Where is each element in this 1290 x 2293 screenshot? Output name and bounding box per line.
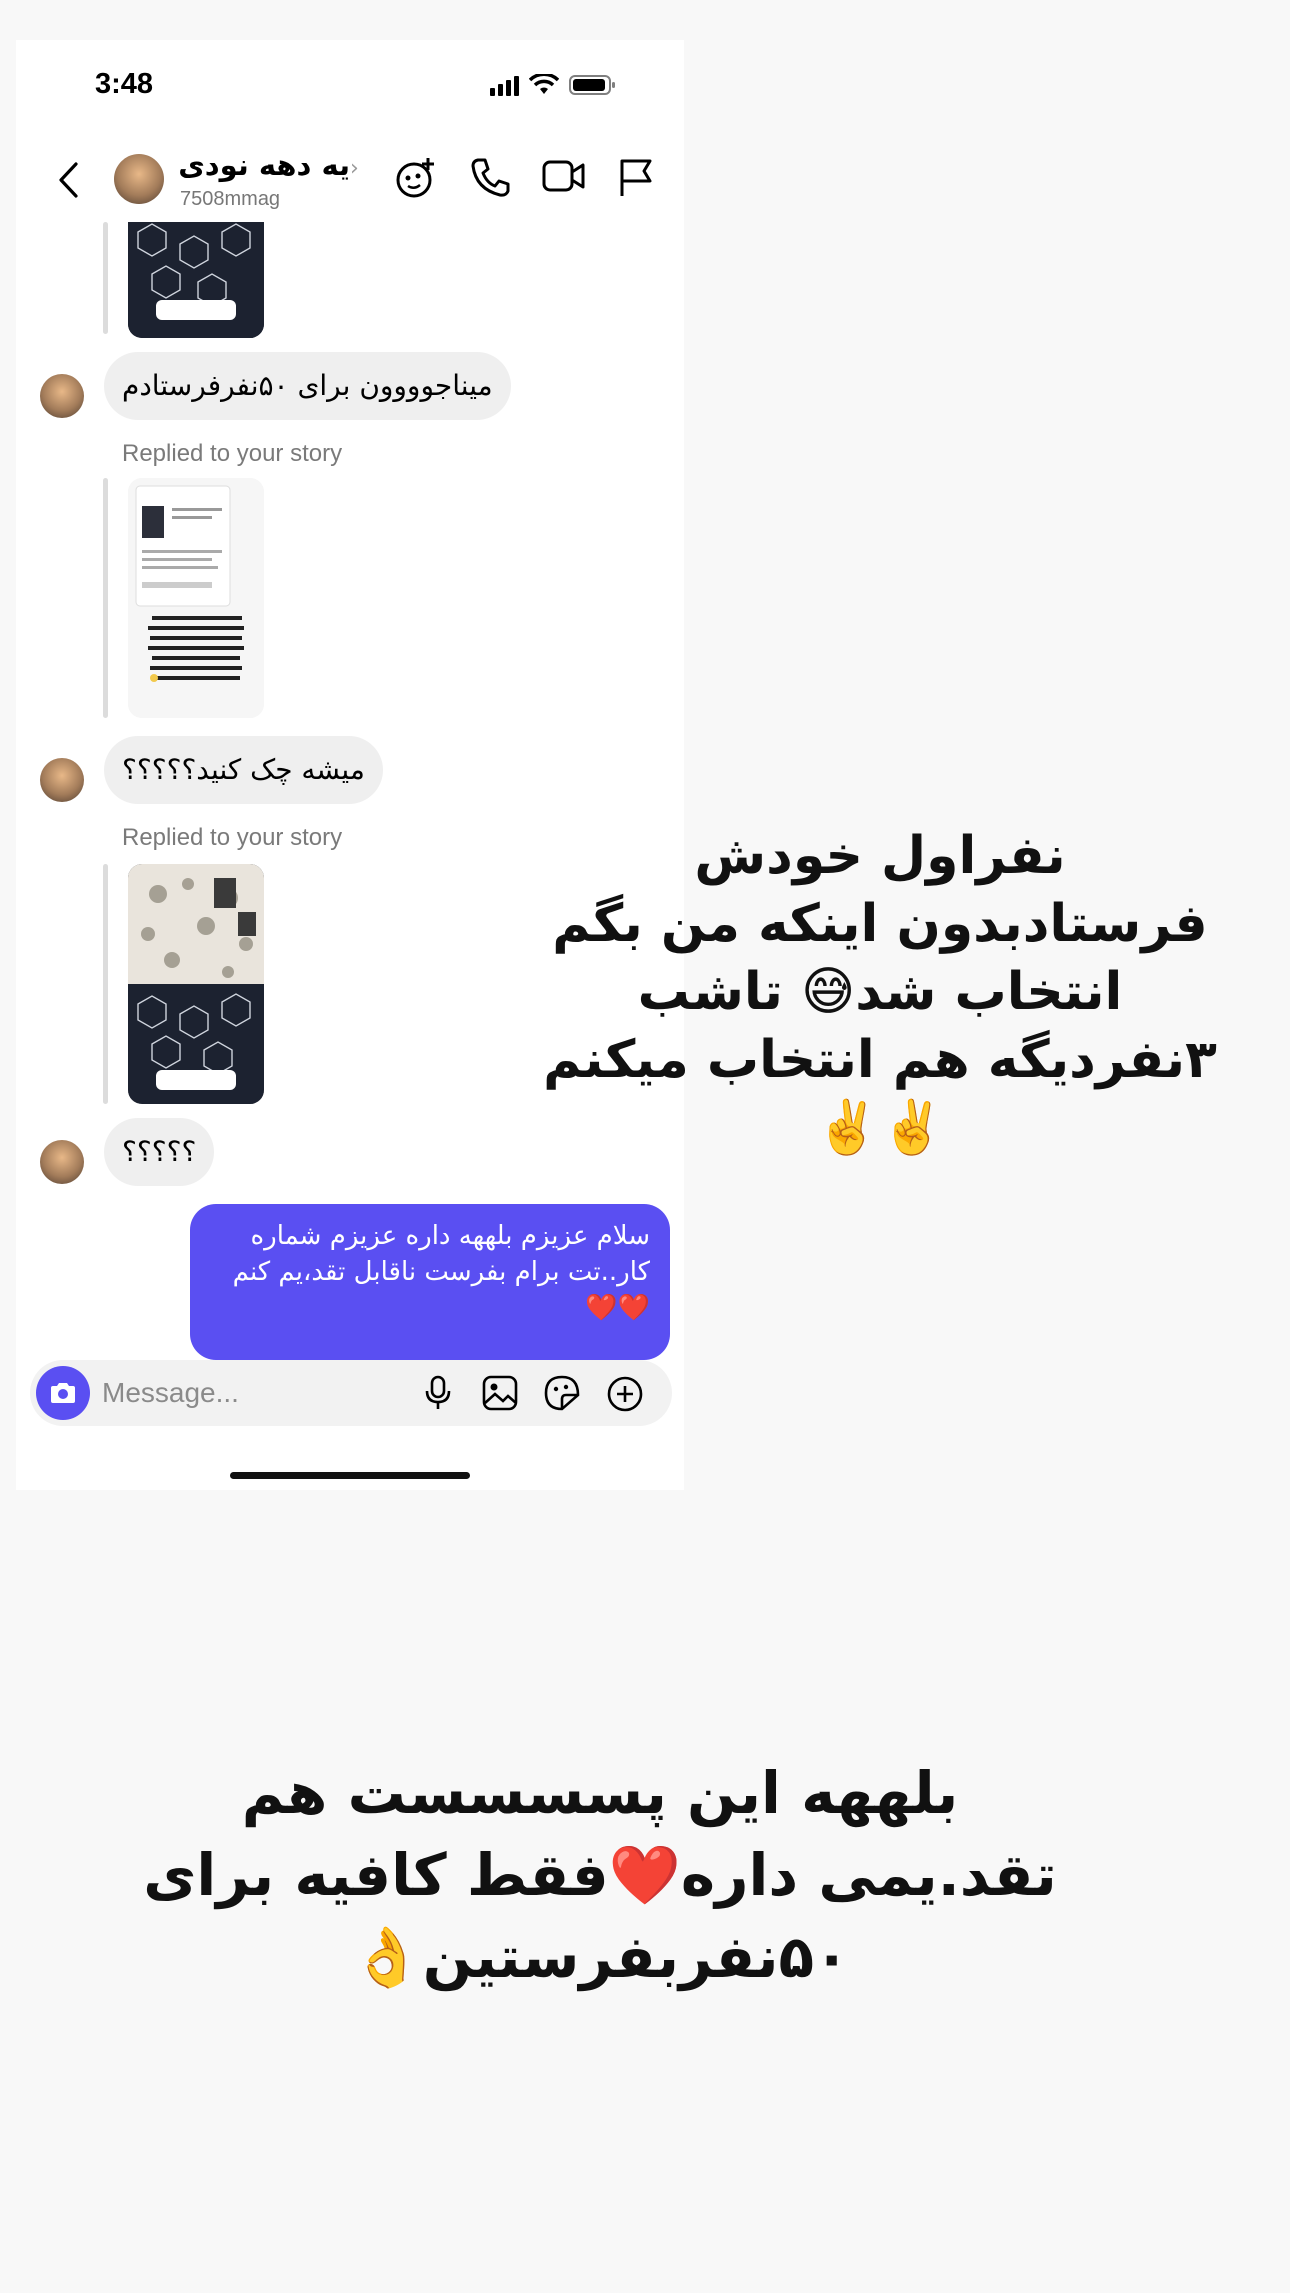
message-composer	[30, 1360, 672, 1426]
reply-indicator	[103, 864, 108, 1104]
story-image	[128, 222, 264, 338]
phone-icon[interactable]	[470, 156, 510, 198]
chat-header: یه دهه نودی › 7508mmag	[0, 140, 684, 220]
plus-icon[interactable]	[606, 1375, 644, 1413]
replied-to-story-label: Replied to your story	[122, 824, 343, 851]
story-image	[128, 864, 264, 1104]
battery-icon	[569, 75, 615, 95]
sender-avatar[interactable]	[40, 1140, 84, 1184]
sender-avatar[interactable]	[40, 374, 84, 418]
video-icon[interactable]	[542, 156, 586, 196]
story-thumbnail[interactable]	[128, 864, 264, 1104]
story-image	[128, 478, 264, 718]
message-input[interactable]	[102, 1373, 382, 1413]
reply-indicator	[103, 222, 108, 334]
mic-icon[interactable]	[424, 1375, 452, 1411]
reply-indicator	[103, 478, 108, 718]
sender-avatar[interactable]	[40, 758, 84, 802]
camera-button[interactable]	[36, 1366, 90, 1420]
sticker-icon[interactable]	[544, 1375, 580, 1411]
story-thumbnail[interactable]	[128, 478, 264, 718]
outgoing-message-bubble[interactable]: سلام عزیزم بلههه داره عزیزم شماره کار..ت…	[190, 1204, 670, 1360]
gallery-icon[interactable]	[482, 1375, 518, 1411]
wifi-icon	[529, 74, 559, 94]
flag-icon[interactable]	[618, 156, 654, 198]
message-bubble[interactable]: میشه چک کنید؟؟؟؟؟	[104, 736, 383, 804]
story-caption-top: نفراول خودش فرستادبدون اینکه من بگم انتخ…	[543, 826, 1217, 1158]
message-bubble[interactable]: ؟؟؟؟؟	[104, 1118, 215, 1186]
camera-icon	[51, 1383, 75, 1403]
story-caption-bottom: بلههه این پسسسست هم تقد.یمی داره❤️فقط کا…	[143, 1759, 1057, 1991]
status-time: 3:48	[95, 68, 154, 100]
effects-icon[interactable]	[394, 156, 438, 200]
status-icons	[490, 74, 617, 96]
story-thumbnail[interactable]	[128, 222, 264, 338]
replied-to-story-label: Replied to your story	[122, 440, 343, 467]
signal-icon	[490, 74, 519, 96]
contact-username[interactable]: 7508mmag	[180, 188, 280, 211]
back-icon[interactable]	[56, 160, 80, 200]
chevron-right-icon[interactable]: ›	[350, 156, 359, 181]
avatar[interactable]	[114, 154, 164, 204]
home-indicator	[230, 1472, 470, 1479]
contact-name[interactable]: یه دهه نودی	[178, 148, 350, 182]
message-bubble[interactable]: میناجوووون برای ۵۰نفرفرستادم	[104, 352, 511, 420]
